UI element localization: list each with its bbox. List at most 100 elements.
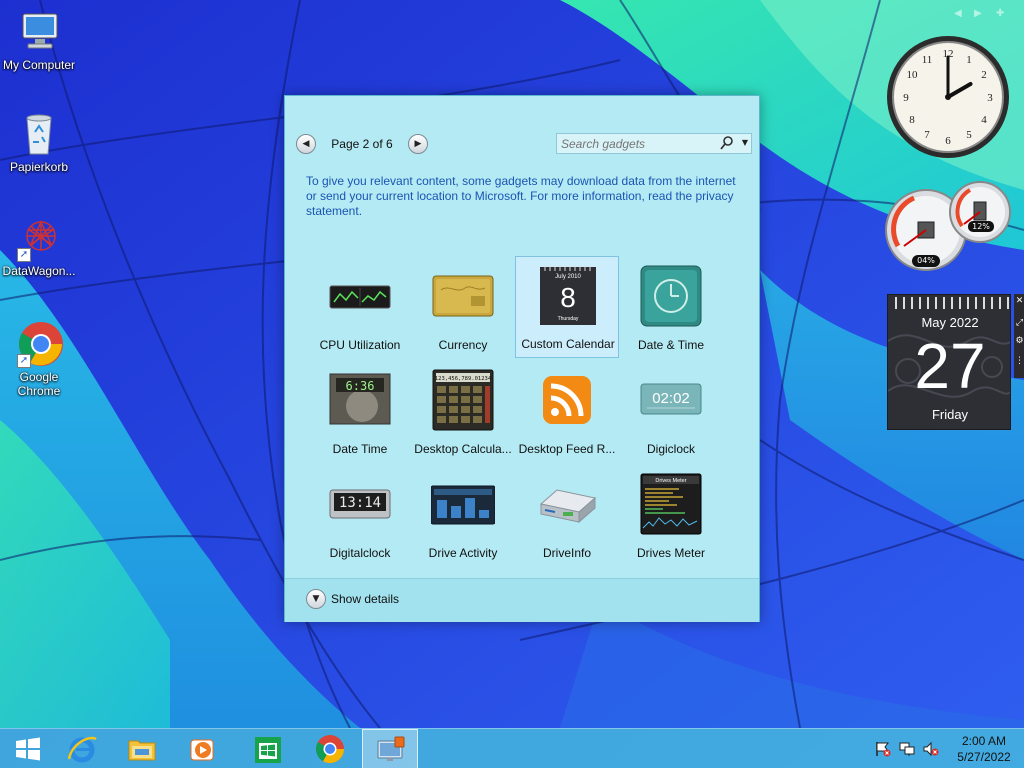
- taskbar-gadgets[interactable]: [362, 729, 418, 768]
- tray-clock-time[interactable]: 2:00 AM: [948, 734, 1020, 748]
- datawagon-icon: ➚: [15, 214, 63, 262]
- gadget-drives-meter[interactable]: Drives Meter Drives Meter: [619, 466, 723, 568]
- svg-text:1: 1: [966, 54, 972, 66]
- media-player-icon: [190, 739, 214, 761]
- thumb-calendar-weekday: Thursday: [558, 316, 579, 322]
- gadget-custom-calendar[interactable]: July 2010 8 Thursday Custom Calendar: [515, 256, 619, 358]
- date-time-thumbnail: 6:36: [329, 373, 391, 425]
- gadget-label: CPU Utilization: [319, 338, 401, 352]
- svg-text:3: 3: [987, 92, 993, 104]
- taskbar-store[interactable]: [240, 729, 296, 768]
- gadget-desktop-calculator[interactable]: 123,456,789.01234 Desktop Calcula...: [411, 362, 515, 464]
- svg-text:10: 10: [907, 69, 919, 81]
- desktop-icon-label: Google Chrome: [17, 370, 61, 398]
- gadget-resize-icon[interactable]: ⤢: [1015, 318, 1024, 329]
- action-center-flag-icon[interactable]: [874, 741, 892, 757]
- thumb-calculator-display: 123,456,789.01234: [435, 376, 492, 382]
- desktop-calculator-thumbnail: 123,456,789.01234: [432, 369, 494, 431]
- gadget-label: DriveInfo: [542, 546, 592, 560]
- desktop-icon-google-chrome[interactable]: ➚ Google Chrome: [0, 320, 81, 398]
- nav-back-icon[interactable]: ◀: [954, 8, 962, 19]
- file-explorer-icon: [128, 740, 156, 761]
- calendar-weekday: Friday: [931, 407, 969, 422]
- desktop-icon-label: Papierkorb: [9, 160, 69, 174]
- nav-forward-icon[interactable]: ▶: [974, 8, 982, 19]
- svg-text:11: 11: [922, 54, 933, 66]
- desktop-icon-recycle-bin[interactable]: Papierkorb: [0, 110, 81, 174]
- gadget-date-and-time[interactable]: Date & Time: [619, 258, 723, 360]
- currency-thumbnail: [432, 275, 494, 317]
- taskbar-internet-explorer[interactable]: [54, 729, 110, 768]
- gadget-driveinfo[interactable]: DriveInfo: [515, 466, 619, 568]
- shortcut-arrow-icon: ➚: [17, 354, 31, 368]
- rss-feed-icon: [543, 376, 591, 424]
- tray-clock-date[interactable]: 5/27/2022: [948, 750, 1020, 764]
- svg-text:6: 6: [945, 135, 951, 147]
- show-details-toggle-button[interactable]: ▼: [306, 589, 326, 609]
- gadget-label: Drive Activity: [428, 546, 498, 560]
- gadget-drag-handle-icon[interactable]: ⋮: [1015, 356, 1024, 367]
- volume-muted-icon[interactable]: [922, 741, 940, 757]
- clock-gadget[interactable]: 12 1 2 345 678 9 10 11: [885, 34, 1011, 160]
- gadget-label: Desktop Calcula...: [414, 442, 512, 456]
- add-gadget-icon[interactable]: ✚: [996, 8, 1004, 19]
- gadget-label: Currency: [438, 338, 488, 352]
- gadget-label: Date & Time: [637, 338, 705, 352]
- search-options-dropdown[interactable]: ▼: [739, 135, 751, 151]
- search-input[interactable]: [561, 136, 711, 151]
- gadget-drive-activity[interactable]: Drive Activity: [411, 466, 515, 568]
- calendar-day: 27: [914, 330, 986, 402]
- start-icon: [16, 737, 40, 761]
- thumb-drives-meter-title: Drives Meter: [655, 478, 686, 484]
- gadget-cpu-utilization[interactable]: CPU Utilization: [308, 258, 412, 360]
- gallery-footer: ▼ Show details: [285, 578, 759, 622]
- start-button[interactable]: [0, 729, 56, 768]
- store-icon: [255, 737, 281, 763]
- thumb-digitalclock-time: 13:14: [339, 495, 381, 511]
- page-indicator: Page 2 of 6: [331, 137, 393, 151]
- chrome-icon: ➚: [15, 320, 63, 368]
- desktop-icon-datawagon[interactable]: ➚ DataWagon...: [0, 214, 81, 278]
- gadget-label: Desktop Feed R...: [518, 442, 616, 456]
- cpu-utilization-thumbnail: [329, 285, 391, 309]
- desktop-icon-my-computer[interactable]: My Computer: [0, 8, 81, 72]
- ram-usage-value: 12%: [968, 221, 994, 232]
- gadget-close-icon[interactable]: ✕: [1015, 296, 1024, 307]
- gadget-digitalclock[interactable]: 13:14 Digitalclock: [308, 466, 412, 568]
- gadget-desktop-feed-reader[interactable]: Desktop Feed R...: [515, 362, 619, 464]
- gadget-options-icon[interactable]: ⚙: [1015, 336, 1024, 347]
- gadgets-icon: [377, 736, 405, 761]
- gadget-gallery-window: ▁ ☐ ✕ ◀ Page 2 of 6 ▶ ▼ To give you rele…: [284, 95, 760, 622]
- gallery-body: ◀ Page 2 of 6 ▶ ▼ To give you relevant c…: [285, 96, 759, 578]
- search-box[interactable]: ▼: [556, 133, 752, 154]
- computer-icon: [15, 8, 63, 56]
- taskbar-chrome[interactable]: [302, 729, 358, 768]
- gadget-toolbar: ✕ ⤢ ⚙ ⋮: [1014, 294, 1024, 378]
- gadget-date-time[interactable]: 6:36 Date Time: [308, 362, 412, 464]
- date-and-time-thumbnail: [640, 265, 702, 327]
- gadget-nav-controls: ◀ ▶ ✚: [954, 8, 1018, 22]
- cpu-usage-value: 04%: [912, 255, 940, 267]
- previous-page-button[interactable]: ◀: [296, 134, 316, 154]
- svg-text:4: 4: [981, 114, 987, 126]
- recycle-bin-icon: [15, 110, 63, 158]
- gadget-label: Drives Meter: [636, 546, 705, 560]
- drives-meter-thumbnail: Drives Meter: [640, 473, 702, 535]
- taskbar-file-explorer[interactable]: [114, 729, 170, 768]
- network-icon[interactable]: [898, 741, 916, 757]
- next-page-button[interactable]: ▶: [408, 134, 428, 154]
- thumb-calendar-day: 8: [560, 282, 576, 313]
- desktop-icon-label: My Computer: [2, 58, 76, 72]
- cpu-meter-gadget[interactable]: 04% 12%: [884, 180, 1014, 272]
- privacy-notice[interactable]: To give you relevant content, some gadge…: [306, 174, 736, 219]
- gadget-digiclock[interactable]: 02:02 Digiclock: [619, 362, 723, 464]
- svg-text:2: 2: [981, 69, 987, 81]
- show-details-label[interactable]: Show details: [331, 592, 399, 606]
- search-icon[interactable]: [719, 135, 735, 151]
- gadget-currency[interactable]: Currency: [411, 258, 515, 360]
- taskbar-media-player[interactable]: [174, 729, 230, 768]
- shortcut-arrow-icon: ➚: [17, 248, 31, 262]
- svg-text:8: 8: [909, 114, 915, 126]
- calendar-gadget[interactable]: May 2022 27 Friday: [887, 294, 1011, 430]
- gadget-label: Date Time: [332, 442, 388, 456]
